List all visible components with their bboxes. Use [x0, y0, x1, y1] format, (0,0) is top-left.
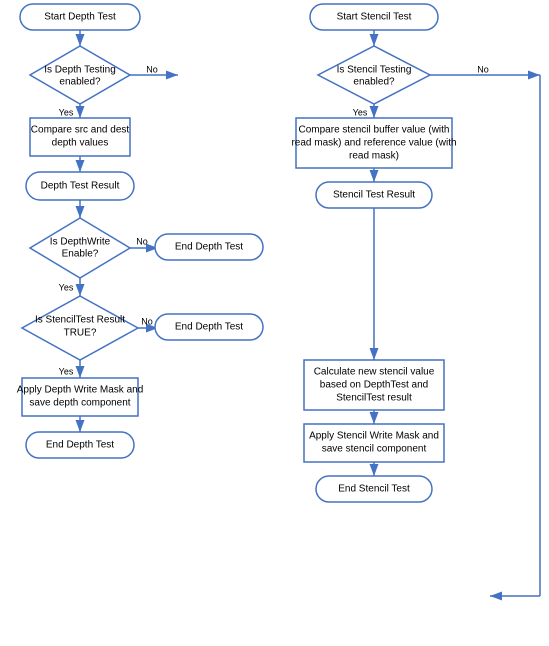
apply-depth-mask-label2: save depth component	[29, 398, 130, 409]
stenciltest-label1: Is StencilTest Result	[35, 315, 125, 326]
end-depth-test-final-label: End Depth Test	[46, 440, 114, 451]
apply-depth-mask-label1: Apply Depth Write Mask and	[17, 385, 144, 396]
end-stencil-test-label: End Stencil Test	[338, 484, 410, 495]
yes1-label: Yes	[59, 107, 74, 117]
depthwrite-label1: Is DepthWrite	[50, 237, 111, 248]
compare-depth-label2: depth values	[52, 138, 109, 149]
apply-stencil-label2: save stencil component	[322, 444, 427, 455]
depthwrite-label2: Enable?	[62, 249, 99, 260]
stenciltest-label2: TRUE?	[64, 328, 97, 339]
end-depth-test-2-label: End Depth Test	[175, 322, 243, 333]
stencil-testing-label2: enabled?	[353, 77, 395, 88]
compare-depth-label1: Compare src and dest	[31, 125, 130, 136]
calculate-stencil-label1: Calculate new stencil value	[314, 367, 435, 378]
stencil-testing-label1: Is Stencil Testing	[337, 65, 412, 76]
depth-testing-label2: enabled?	[59, 77, 101, 88]
calculate-stencil-label2: based on DepthTest and	[320, 380, 428, 391]
depth-test-result-label: Depth Test Result	[41, 181, 120, 192]
no3-label: No	[141, 316, 153, 326]
right-yes1-label: Yes	[353, 107, 368, 117]
diagram-container: Start Depth Test Is Depth Testing enable…	[0, 0, 549, 646]
compare-stencil-label2: read mask) and reference value (with	[291, 138, 456, 149]
stencil-test-result-label: Stencil Test Result	[333, 190, 415, 201]
yes2-label: Yes	[59, 282, 74, 292]
depth-testing-label1: Is Depth Testing	[44, 65, 116, 76]
compare-stencil-label3: read mask)	[349, 151, 399, 162]
apply-stencil-label1: Apply Stencil Write Mask and	[309, 431, 439, 442]
start-stencil-test-label: Start Stencil Test	[337, 12, 412, 23]
end-depth-test-1-label: End Depth Test	[175, 242, 243, 253]
compare-stencil-label1: Compare stencil buffer value (with	[299, 125, 450, 136]
right-no1-label: No	[477, 64, 489, 74]
no2-label: No	[136, 236, 148, 246]
no1-label: No	[146, 64, 158, 74]
calculate-stencil-label3: StencilTest result	[336, 393, 412, 404]
start-depth-test-label: Start Depth Test	[44, 12, 116, 23]
yes3-label: Yes	[59, 366, 74, 376]
